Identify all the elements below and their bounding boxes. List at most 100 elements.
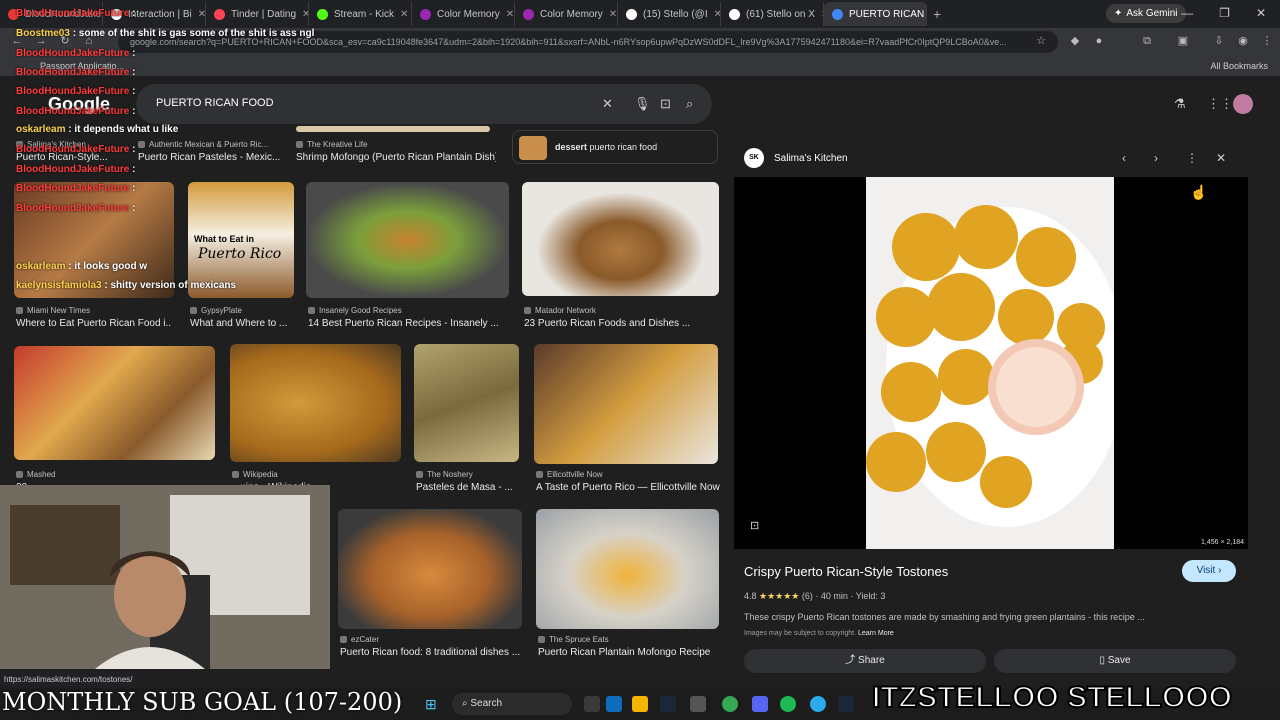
spotify-icon[interactable] xyxy=(780,696,796,712)
tab-6[interactable]: (15) Stello (@I✕ xyxy=(618,2,721,26)
close-icon[interactable]: ✕ xyxy=(198,9,205,20)
avatar[interactable] xyxy=(1233,94,1253,114)
sidebar-icon[interactable]: ▣ xyxy=(1176,34,1190,48)
result-tile[interactable]: Mashed 20 ... xyxy=(14,346,216,496)
result-image xyxy=(414,344,519,462)
related-search-chip[interactable]: dessert puerto rican food xyxy=(512,130,718,164)
tab-4[interactable]: Color Memory ✕ xyxy=(412,2,515,26)
close-icon[interactable]: ✕ xyxy=(506,9,514,20)
telegram-icon[interactable] xyxy=(810,696,826,712)
result-title: Puerto Rican Plantain Mofongo Recipe xyxy=(538,647,711,658)
edge-icon[interactable] xyxy=(606,696,622,712)
recipe-yield: Yield: 3 xyxy=(855,591,886,601)
result-tile[interactable]: Wikipedia ...uine - Wikipedia xyxy=(230,344,402,494)
file-explorer-icon[interactable] xyxy=(632,696,648,712)
chat-username: oskarleam xyxy=(16,124,66,135)
result-tile[interactable]: The Kreative Life Shrimp Mofongo (Puerto… xyxy=(296,126,496,166)
site-name[interactable]: Salima's Kitchen xyxy=(774,153,848,164)
new-tab-button[interactable]: + xyxy=(933,6,941,22)
chat-message: BloodHoundJakeFuture : xyxy=(16,164,135,175)
save-button[interactable]: ▯ Save xyxy=(994,649,1236,673)
clear-icon[interactable]: ✕ xyxy=(602,96,613,112)
chat-text: : xyxy=(132,164,136,175)
chat-text: : xyxy=(132,48,136,59)
panel-header: SK Salima's Kitchen xyxy=(744,148,848,168)
mic-icon[interactable]: 🎙 xyxy=(634,96,651,112)
steam-icon[interactable] xyxy=(838,696,854,712)
recipe-title[interactable]: Crispy Puerto Rican-Style Tostones xyxy=(744,564,948,579)
menu-icon[interactable]: ⋮ xyxy=(1260,34,1274,48)
close-window-icon[interactable]: ✕ xyxy=(1256,6,1266,20)
more-icon[interactable]: ⋮ xyxy=(1186,151,1198,165)
share-button[interactable]: ⤴ Share xyxy=(744,649,986,673)
close-icon[interactable]: ✕ xyxy=(1216,151,1226,165)
close-icon[interactable]: ✕ xyxy=(609,9,617,20)
app-icon[interactable] xyxy=(690,696,706,712)
tab-favicon xyxy=(832,8,843,20)
result-tile[interactable]: Insanely Good Recipes 14 Best Puerto Ric… xyxy=(306,182,510,332)
maximize-icon[interactable]: ❐ xyxy=(1219,6,1230,20)
result-title: Pasteles de Masa - ... xyxy=(416,482,513,493)
ask-gemini-button[interactable]: ✦ Ask Gemini xyxy=(1106,4,1186,23)
sub-goal-overlay: MONTHLY SUB GOAL (107-200) xyxy=(2,688,403,716)
result-tile[interactable]: The Spruce Eats Puerto Rican Plantain Mo… xyxy=(536,509,720,659)
chat-message: BloodHoundJakeFuture : xyxy=(16,86,135,97)
profile-icon[interactable]: ◉ xyxy=(1236,34,1250,48)
chip-image xyxy=(519,136,547,160)
apps-grid-icon[interactable]: ⋮⋮ xyxy=(1207,96,1233,112)
search-box[interactable]: PUERTO RICAN FOOD ✕ 🎙 ⊡ ⌕ xyxy=(136,84,712,124)
tab-2[interactable]: Tinder | Dating✕ xyxy=(206,2,309,26)
steam-icon[interactable] xyxy=(660,696,676,712)
minimize-icon[interactable]: — xyxy=(1181,6,1193,20)
result-tile[interactable]: ezCater Puerto Rican food: 8 traditional… xyxy=(338,509,524,659)
result-image xyxy=(230,344,401,462)
next-icon[interactable]: › xyxy=(1154,151,1158,165)
taskview-icon[interactable] xyxy=(584,696,600,712)
tab-5[interactable]: Color Memory ✕ xyxy=(515,2,618,26)
result-image xyxy=(536,509,719,629)
lens-icon[interactable]: ⊡ xyxy=(660,96,671,112)
close-icon[interactable]: ✕ xyxy=(714,9,720,20)
extension-icon[interactable]: ◆ xyxy=(1068,34,1082,48)
tab-favicon xyxy=(317,8,328,20)
tab-7[interactable]: (61) Stello on X✕ xyxy=(721,2,824,26)
discord-icon[interactable] xyxy=(752,696,768,712)
lens-icon[interactable]: ⊡ xyxy=(750,519,759,532)
mouse-cursor-icon: ☝ xyxy=(1190,184,1208,200)
result-tile[interactable]: What to Eat in Puerto Rico GypsyPlate Wh… xyxy=(188,182,294,332)
extensions-puzzle-icon[interactable]: ⧉ xyxy=(1140,34,1154,48)
chrome-icon[interactable] xyxy=(722,696,738,712)
result-image xyxy=(296,126,490,132)
prev-icon[interactable]: ‹ xyxy=(1122,151,1126,165)
chat-username: BloodHoundJakeFuture xyxy=(16,8,130,19)
tab-favicon xyxy=(626,8,637,20)
learn-more-link[interactable]: Learn More xyxy=(858,630,894,637)
visit-button[interactable]: Visit › xyxy=(1182,560,1236,582)
taskbar-search[interactable]: ⌕ Search xyxy=(452,693,572,715)
labs-icon[interactable]: ⚗ xyxy=(1174,96,1186,112)
result-source: Wikipedia xyxy=(232,470,278,479)
preview-image-area[interactable]: ⊡ 1,456 × 2,184 xyxy=(734,177,1248,549)
rating-stars: ★★★★★ xyxy=(759,591,800,601)
chat-text: : xyxy=(132,106,136,117)
close-icon[interactable]: ✕ xyxy=(302,9,308,20)
extension-icon[interactable]: ● xyxy=(1092,34,1106,48)
result-source: ezCater xyxy=(340,635,379,644)
windows-start-icon[interactable]: ⊞ xyxy=(425,696,441,712)
download-icon[interactable]: ⇩ xyxy=(1212,34,1226,48)
close-icon[interactable]: ✕ xyxy=(400,9,408,20)
result-tile[interactable]: The Noshery Pasteles de Masa - ... xyxy=(414,344,520,494)
bookmark-star-icon[interactable]: ☆ xyxy=(1034,34,1048,48)
result-tile[interactable]: Ellicottville Now A Taste of Puerto Rico… xyxy=(534,344,720,494)
result-image xyxy=(534,344,718,464)
result-source: GypsyPlate xyxy=(190,306,242,315)
tab-3[interactable]: Stream - Kick ✕ xyxy=(309,2,412,26)
result-tile[interactable]: Matador Network 23 Puerto Rican Foods an… xyxy=(522,182,720,332)
all-bookmarks-button[interactable]: All Bookmarks xyxy=(1210,61,1268,71)
bookmarks-bar: Passport Applicatio... All Bookmarks xyxy=(0,56,1280,76)
search-input[interactable]: PUERTO RICAN FOOD xyxy=(156,97,274,109)
chat-text: : xyxy=(132,8,136,19)
tab-8-active[interactable]: PUERTO RICAN✕ xyxy=(824,2,927,26)
search-icon[interactable]: ⌕ xyxy=(686,96,693,112)
tab-favicon xyxy=(523,8,534,20)
